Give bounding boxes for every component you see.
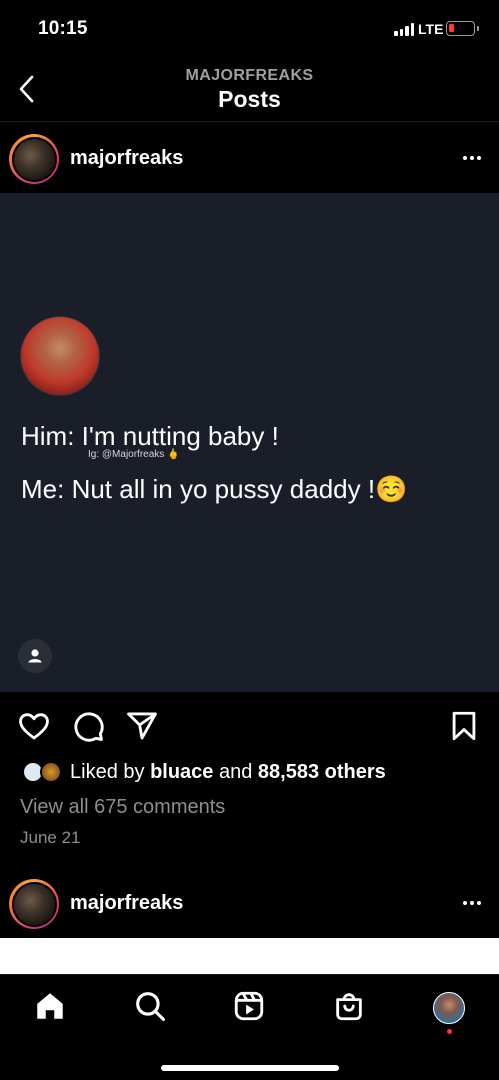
status-bar: 10:15 LTE (0, 0, 499, 56)
reels-icon (234, 991, 264, 1021)
post-username[interactable]: majorfreaks (70, 147, 183, 170)
share-button[interactable] (125, 709, 159, 743)
likes-others[interactable]: 88,583 others (258, 761, 386, 784)
view-comments-link[interactable]: View all 675 comments (20, 796, 225, 819)
liker-avatars (20, 759, 66, 785)
tweet-text-line-2: Me: Nut all in yo pussy daddy !☺️ (21, 474, 408, 504)
save-button[interactable] (447, 709, 481, 743)
home-icon (37, 993, 63, 1019)
tab-reels[interactable] (232, 989, 266, 1023)
status-time: 10:15 (38, 18, 88, 39)
comment-icon (74, 712, 104, 742)
person-icon (28, 649, 42, 663)
likes-summary[interactable]: Liked by bluace and 88,583 others (20, 758, 386, 786)
tweet-text-line-1: Him: I'm nutting baby ! (21, 421, 279, 451)
likes-and: and (218, 760, 253, 783)
battery-icon (446, 21, 479, 36)
account-name: MAJORFREAKS (185, 67, 314, 84)
like-button[interactable] (17, 709, 51, 743)
shop-icon (336, 993, 362, 1021)
more-horizontal-icon (463, 901, 467, 905)
signal-icon (394, 23, 414, 36)
post-header: majorfreaks (0, 123, 499, 193)
watermark: Ig: @Majorfreaks 🖕 (88, 449, 180, 460)
tab-profile[interactable] (433, 992, 465, 1024)
comment-button[interactable] (71, 709, 105, 743)
home-indicator[interactable] (161, 1065, 339, 1071)
nav-header: MAJORFREAKS Posts (0, 56, 499, 122)
post-date: June 21 (20, 828, 81, 847)
more-options-button[interactable] (463, 156, 481, 160)
tweet-avatar (20, 316, 100, 396)
bookmark-icon (452, 711, 476, 741)
likes-user[interactable]: bluace (150, 761, 213, 784)
tab-search[interactable] (133, 989, 167, 1023)
heart-icon (19, 713, 49, 740)
notification-dot (447, 1029, 452, 1034)
more-options-button[interactable] (463, 901, 481, 905)
tab-bar (0, 974, 499, 1080)
next-post-image[interactable] (0, 938, 499, 974)
more-horizontal-icon (463, 156, 467, 160)
search-icon (136, 992, 166, 1022)
network-label: LTE (418, 21, 444, 37)
next-post-header: majorfreaks (0, 868, 499, 938)
avatar[interactable] (9, 879, 59, 929)
tab-home[interactable] (33, 989, 67, 1023)
tagged-users-button[interactable] (18, 639, 52, 673)
paper-plane-icon (127, 712, 157, 740)
post-actions (0, 705, 499, 747)
tab-shop[interactable] (332, 989, 366, 1023)
avatar[interactable] (9, 134, 59, 184)
post-username[interactable]: majorfreaks (70, 892, 183, 915)
post-image[interactable]: Him: I'm nutting baby ! Ig: @Majorfreaks… (0, 193, 499, 692)
page-title: Posts (218, 86, 281, 112)
likes-prefix: Liked by (70, 760, 145, 783)
